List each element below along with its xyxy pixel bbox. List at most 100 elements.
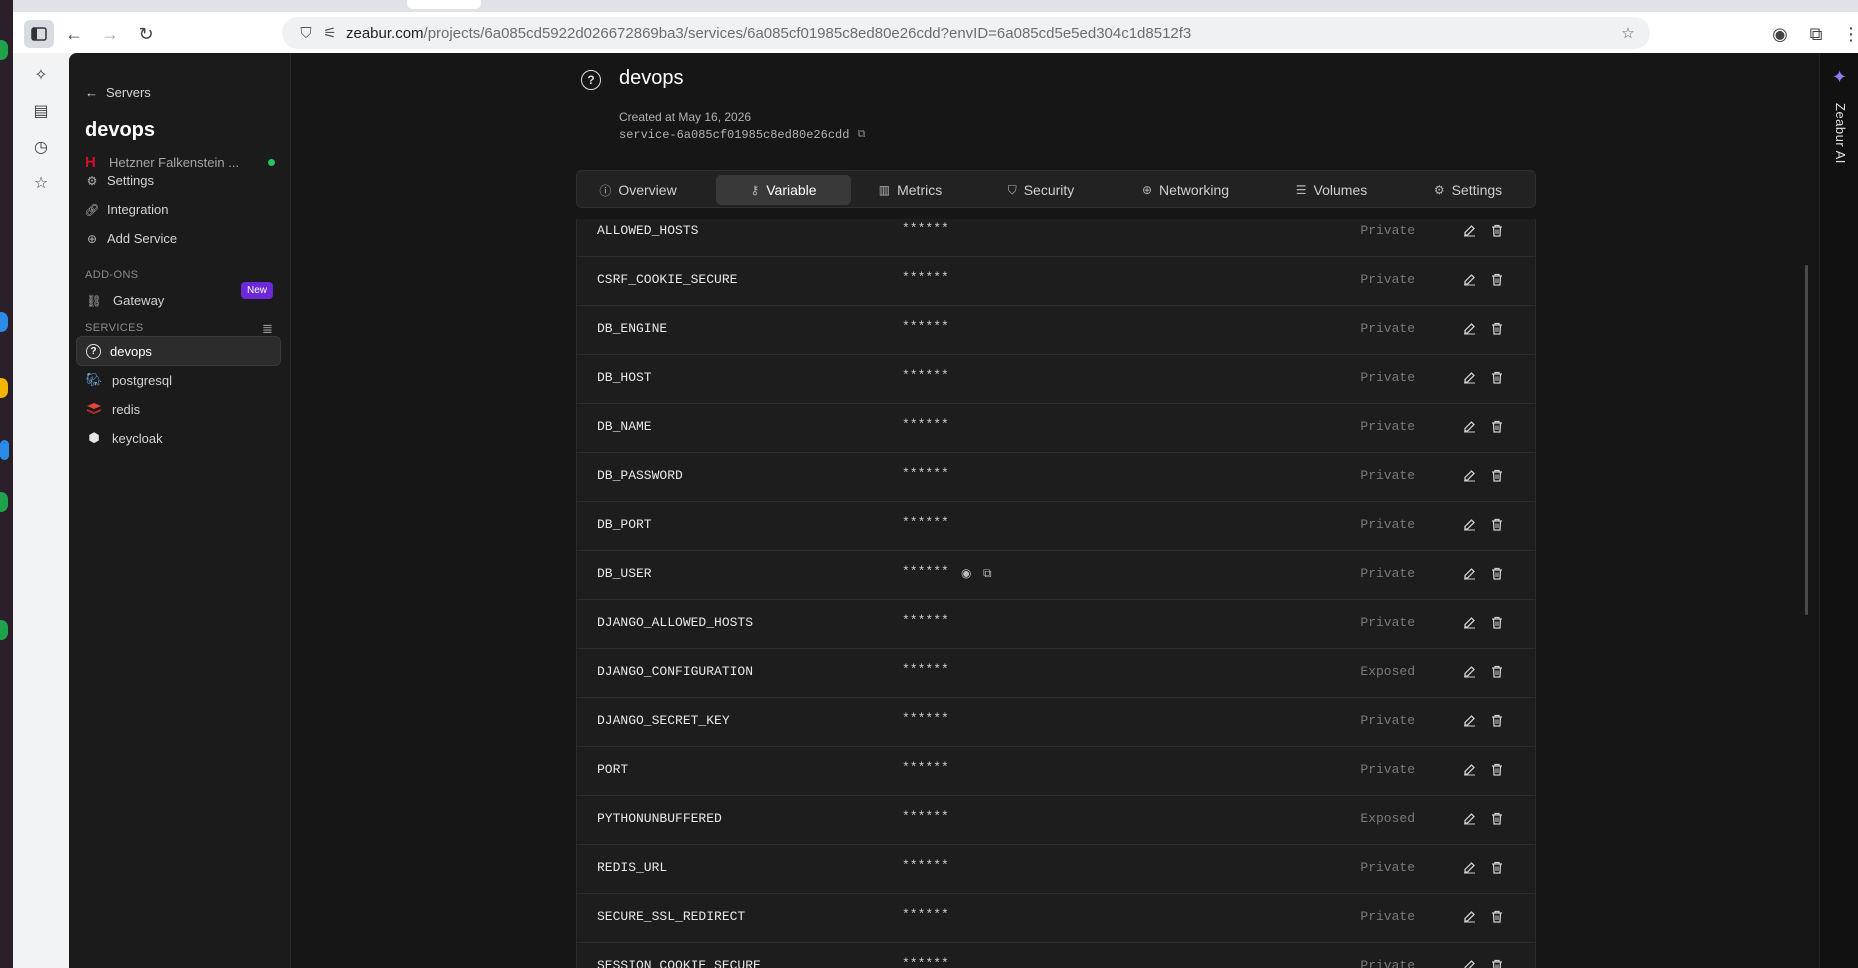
reading-list-icon[interactable]: ▤ <box>31 101 51 121</box>
dock-app-icon[interactable] <box>0 378 8 398</box>
sidebar-item-integration[interactable]: 🔗︎ Integration <box>84 202 168 217</box>
edit-icon[interactable] <box>1461 222 1477 238</box>
variable-visibility: Private <box>1360 370 1415 385</box>
edit-icon[interactable] <box>1461 712 1477 728</box>
variable-value: ****** <box>902 466 949 481</box>
edit-icon[interactable] <box>1461 467 1477 483</box>
variable-row[interactable]: ALLOWED_HOSTS ****** Private <box>577 208 1535 257</box>
services-section-title: SERVICES <box>85 322 144 334</box>
edit-icon[interactable] <box>1461 565 1477 581</box>
delete-icon[interactable] <box>1489 516 1505 532</box>
dock-app-icon[interactable] <box>0 492 8 512</box>
bookmarks-icon[interactable]: ☆ <box>31 173 51 193</box>
edit-icon[interactable] <box>1461 663 1477 679</box>
reload-icon[interactable]: ↻ <box>131 20 161 48</box>
tab-networking[interactable]: ⊕ Networking <box>1118 175 1253 205</box>
delete-icon[interactable] <box>1489 614 1505 630</box>
dock-app-icon[interactable] <box>0 312 8 332</box>
browser-tab[interactable] <box>407 0 481 9</box>
tab-label: Networking <box>1159 182 1230 198</box>
delete-icon[interactable] <box>1489 859 1505 875</box>
bookmark-star-icon[interactable]: ☆ <box>1618 23 1638 43</box>
variable-row[interactable]: SESSION_COOKIE_SECURE ****** Private <box>577 943 1535 968</box>
tab-security[interactable]: ⛉ Security <box>986 175 1096 205</box>
edit-icon[interactable] <box>1461 859 1477 875</box>
back-to-servers-link[interactable]: ← Servers <box>85 85 151 100</box>
variable-value: ****** <box>902 221 949 236</box>
variable-row[interactable]: DJANGO_SECRET_KEY ****** Private <box>577 698 1535 747</box>
delete-icon[interactable] <box>1489 320 1505 336</box>
variable-row[interactable]: DB_HOST ****** Private <box>577 355 1535 404</box>
variable-row[interactable]: DB_ENGINE ****** Private <box>577 306 1535 355</box>
delete-icon[interactable] <box>1489 761 1505 777</box>
edit-icon[interactable] <box>1461 320 1477 336</box>
tab-metrics[interactable]: ▥ Metrics <box>858 175 963 205</box>
tab-volumes[interactable]: ☰ Volumes <box>1274 175 1389 205</box>
copy-icon[interactable]: ⧉ <box>983 566 992 581</box>
edit-icon[interactable] <box>1461 908 1477 924</box>
ai-sparkle-icon[interactable]: ✧ <box>31 65 51 85</box>
eye-icon[interactable]: ◉ <box>961 566 971 580</box>
delete-icon[interactable] <box>1489 957 1505 968</box>
delete-icon[interactable] <box>1489 222 1505 238</box>
delete-icon[interactable] <box>1489 908 1505 924</box>
variable-row[interactable]: DB_PASSWORD ****** Private <box>577 453 1535 502</box>
variable-row[interactable]: PORT ****** Private <box>577 747 1535 796</box>
profile-icon[interactable]: ◉ <box>1765 20 1795 48</box>
edit-icon[interactable] <box>1461 271 1477 287</box>
variable-row[interactable]: CSRF_COOKIE_SECURE ****** Private <box>577 257 1535 306</box>
delete-icon[interactable] <box>1489 810 1505 826</box>
edit-icon[interactable] <box>1461 516 1477 532</box>
back-icon[interactable]: ← <box>59 20 89 48</box>
service-item-keycloak[interactable]: ⬢ keycloak <box>76 423 281 453</box>
extensions-icon[interactable]: ⧉ <box>1801 20 1831 48</box>
delete-icon[interactable] <box>1489 271 1505 287</box>
edit-icon[interactable] <box>1461 957 1477 968</box>
edit-icon[interactable] <box>1461 418 1477 434</box>
variable-row[interactable]: REDIS_URL ****** Private <box>577 845 1535 894</box>
variable-row[interactable]: DJANGO_ALLOWED_HOSTS ****** Private <box>577 600 1535 649</box>
address-bar[interactable]: ⛉ ⚟ zeabur.com/projects/6a085cd5922d0266… <box>282 17 1650 49</box>
site-security-icon[interactable]: ⛉ <box>296 23 316 43</box>
variable-key: DB_PORT <box>597 517 652 532</box>
forward-icon[interactable]: → <box>95 20 125 48</box>
service-item-devops[interactable]: ? devops <box>76 336 281 366</box>
zeabur-ai-panel[interactable]: ✦ Zeabur AI <box>1819 53 1858 968</box>
tab-overview[interactable]: ⓘ Overview <box>583 175 693 205</box>
delete-icon[interactable] <box>1489 418 1505 434</box>
delete-icon[interactable] <box>1489 565 1505 581</box>
edit-icon[interactable] <box>1461 761 1477 777</box>
list-view-icon[interactable]: ≣ <box>262 321 273 337</box>
edit-icon[interactable] <box>1461 369 1477 385</box>
side-panel-icon[interactable]: ⋮ <box>1836 20 1858 48</box>
variable-visibility: Private <box>1360 958 1415 968</box>
scrollbar[interactable] <box>1805 265 1808 615</box>
variable-row[interactable]: DB_PORT ****** Private <box>577 502 1535 551</box>
variable-row[interactable]: DB_USER ****** ◉ ⧉ Private <box>577 551 1535 600</box>
sidebar-toggle-icon[interactable] <box>24 20 54 48</box>
service-item-redis[interactable]: redis <box>76 394 281 424</box>
dock-app-icon[interactable] <box>0 440 9 460</box>
dock-app-icon[interactable] <box>0 620 8 640</box>
sidebar-item-settings[interactable]: ⚙ Settings <box>85 173 154 188</box>
tab-variable[interactable]: ⚷ Variable <box>716 175 851 205</box>
delete-icon[interactable] <box>1489 663 1505 679</box>
dock-app-icon[interactable] <box>0 40 8 60</box>
copy-icon[interactable]: ⧉ <box>857 129 865 141</box>
edit-icon[interactable] <box>1461 614 1477 630</box>
server-info[interactable]: H Hetzner Falkenstein ... <box>85 154 275 171</box>
sidebar-item-add-service[interactable]: ⊕ Add Service <box>85 231 177 246</box>
sidebar-item-gateway[interactable]: ⛓ Gateway <box>86 293 164 308</box>
variable-row[interactable]: DB_NAME ****** Private <box>577 404 1535 453</box>
delete-icon[interactable] <box>1489 467 1505 483</box>
edit-icon[interactable] <box>1461 810 1477 826</box>
delete-icon[interactable] <box>1489 712 1505 728</box>
tab-settings[interactable]: ⚙ Settings <box>1413 175 1523 205</box>
variable-row[interactable]: SECURE_SSL_REDIRECT ****** Private <box>577 894 1535 943</box>
site-settings-icon[interactable]: ⚟ <box>320 23 340 43</box>
service-item-postgresql[interactable]: 🐘︎ postgresql <box>76 365 281 395</box>
history-icon[interactable]: ◷ <box>31 137 51 157</box>
variable-row[interactable]: DJANGO_CONFIGURATION ****** Exposed <box>577 649 1535 698</box>
variable-row[interactable]: PYTHONUNBUFFERED ****** Exposed <box>577 796 1535 845</box>
delete-icon[interactable] <box>1489 369 1505 385</box>
